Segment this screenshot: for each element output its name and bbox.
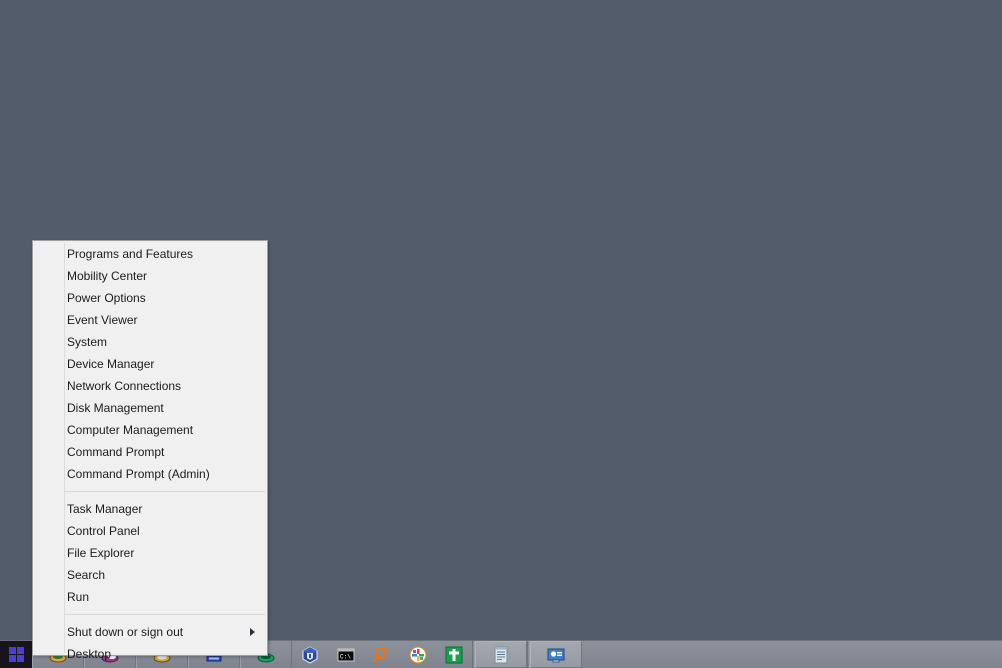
menu-group-system: Programs and Features Mobility Center Po…: [33, 243, 267, 485]
taskbar-icon-green-cross[interactable]: [436, 641, 472, 668]
menu-item-run[interactable]: Run: [33, 586, 267, 608]
menu-item-control-panel[interactable]: Control Panel: [33, 520, 267, 542]
menu-item-label: Mobility Center: [67, 269, 148, 283]
pinwheel-globe-icon: [409, 646, 427, 663]
menu-item-file-explorer[interactable]: File Explorer: [33, 542, 267, 564]
menu-item-system[interactable]: System: [33, 331, 267, 353]
taskbar-button-remote-desktop[interactable]: [530, 641, 582, 668]
menu-item-label: Device Manager: [67, 357, 155, 371]
menu-item-label: Programs and Features: [67, 247, 194, 261]
menu-item-device-manager[interactable]: Device Manager: [33, 353, 267, 375]
menu-item-label: Control Panel: [67, 524, 140, 538]
windows-logo-icon: [8, 647, 24, 662]
taskbar-icon-virtualbox[interactable]: [292, 641, 328, 668]
menu-item-event-viewer[interactable]: Event Viewer: [33, 309, 267, 331]
menu-item-label: Desktop: [67, 647, 112, 661]
green-cross-icon: [445, 646, 463, 663]
menu-item-power-options[interactable]: Power Options: [33, 287, 267, 309]
menu-item-disk-management[interactable]: Disk Management: [33, 397, 267, 419]
menu-item-label: Event Viewer: [67, 313, 138, 327]
menu-item-desktop[interactable]: Desktop: [33, 643, 267, 665]
menu-item-label: Task Manager: [67, 502, 143, 516]
menu-item-label: System: [67, 335, 108, 349]
menu-item-command-prompt[interactable]: Command Prompt: [33, 441, 267, 463]
menu-item-label: Command Prompt: [67, 445, 165, 459]
menu-item-label: Power Options: [67, 291, 146, 305]
menu-item-label: Search: [67, 568, 106, 582]
menu-item-command-prompt-admin[interactable]: Command Prompt (Admin): [33, 463, 267, 485]
menu-item-network-connections[interactable]: Network Connections: [33, 375, 267, 397]
menu-item-programs-and-features[interactable]: Programs and Features: [33, 243, 267, 265]
menu-item-mobility-center[interactable]: Mobility Center: [33, 265, 267, 287]
start-button[interactable]: [0, 641, 32, 668]
power-user-menu: Programs and Features Mobility Center Po…: [32, 240, 268, 661]
taskbar-button-notepad[interactable]: [475, 641, 527, 668]
remote-desktop-icon: [538, 641, 574, 668]
menu-item-shut-down-or-sign-out[interactable]: Shut down or sign out: [33, 621, 267, 643]
menu-item-label: Disk Management: [67, 401, 164, 415]
menu-item-label: File Explorer: [67, 546, 135, 560]
taskbar-icon-command-prompt[interactable]: C:\: [328, 641, 364, 668]
search-magnifier-icon: [373, 646, 388, 663]
menu-item-label: Computer Management: [67, 423, 194, 437]
menu-item-label: Command Prompt (Admin): [67, 467, 210, 481]
menu-group-session: Shut down or sign out Desktop: [33, 621, 267, 665]
menu-item-label: Network Connections: [67, 379, 182, 393]
menu-separator-2: [65, 614, 265, 615]
virtualbox-cube-icon: [302, 645, 318, 664]
menu-group-tools: Task Manager Control Panel File Explorer…: [33, 498, 267, 608]
taskbar-icon-pinwheel[interactable]: [400, 641, 436, 668]
notepad-icon: [483, 641, 519, 668]
menu-item-label: Run: [67, 590, 90, 604]
svg-text:C:\: C:\: [340, 653, 351, 660]
menu-separator-1: [65, 491, 265, 492]
command-prompt-icon: C:\: [337, 648, 355, 661]
menu-item-computer-management[interactable]: Computer Management: [33, 419, 267, 441]
menu-item-label: Shut down or sign out: [67, 625, 184, 639]
chevron-right-icon: [250, 628, 255, 636]
menu-item-task-manager[interactable]: Task Manager: [33, 498, 267, 520]
taskbar-icon-search[interactable]: [364, 641, 400, 668]
menu-item-search[interactable]: Search: [33, 564, 267, 586]
